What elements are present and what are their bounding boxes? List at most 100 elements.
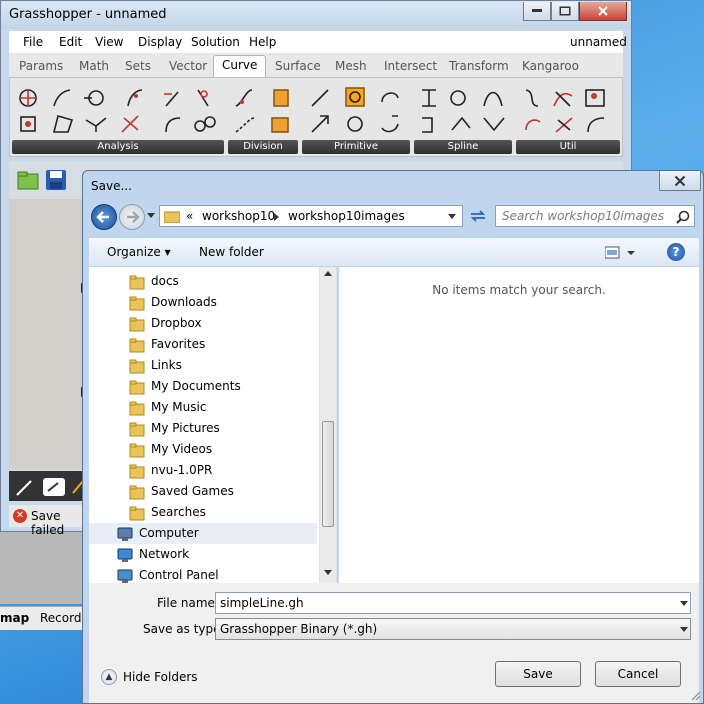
group-division: Division [228,80,298,154]
new-folder-button[interactable]: New folder [199,245,264,259]
collapse-icon: ▲ [101,669,117,685]
open-file-icon[interactable] [17,169,39,191]
grasshopper-titlebar[interactable]: Grasshopper - unnamed [1,1,631,29]
tab-params[interactable]: Params [19,59,63,73]
file-list[interactable]: No items match your search. [339,267,699,583]
tab-mesh[interactable]: Mesh [335,59,367,73]
nav-item-label: My Music [151,400,207,414]
nav-item-my-pictures[interactable]: My Pictures [89,418,317,439]
nav-item-searches[interactable]: Searches [89,502,317,523]
cancel-button[interactable]: Cancel [595,661,681,687]
nav-item-label: docs [151,274,179,288]
save-file-icon[interactable] [45,169,67,191]
group-analysis: Analysis [12,80,224,154]
organize-label: Organize [107,245,161,259]
scroll-up-icon[interactable] [324,271,332,276]
group-label-division: Division [228,140,298,154]
primitive-components-icon[interactable] [306,84,406,138]
save-type-select[interactable]: Grasshopper Binary (*.gh) [215,618,691,640]
games-folder-icon [129,485,145,500]
save-button[interactable]: Save [495,661,581,687]
search-icon[interactable] [676,210,690,224]
nav-item-docs[interactable]: docs [89,271,317,292]
group-spline: Spline [414,80,512,154]
nav-item-saved-games[interactable]: Saved Games [89,481,317,502]
rhino-tab-map[interactable]: map [0,611,29,625]
file-name-label: File name: [157,596,219,610]
save-dialog: Save... « workshop10 workshop10images Se… [82,170,704,704]
spline-components-icon[interactable] [418,84,510,138]
refresh-icon[interactable] [469,208,487,224]
file-name-field[interactable]: simpleLine.gh [215,592,691,614]
menu-solution[interactable]: Solution [191,35,240,49]
address-dropdown-icon[interactable] [448,214,456,219]
canvas-widget-bar [9,471,89,501]
menu-view[interactable]: View [95,35,123,49]
tab-kangaroo[interactable]: Kangaroo [522,59,579,73]
group-label-primitive: Primitive [302,140,410,154]
nav-item-label: Dropbox [151,316,202,330]
menu-bar: File Edit View Display Solution Help unn… [9,31,627,53]
resize-grip-icon[interactable] [691,691,701,701]
hide-folders-button[interactable]: ▲ Hide Folders [101,667,211,689]
division-components-icon[interactable] [232,84,294,138]
nav-item-downloads[interactable]: Downloads [89,292,317,313]
tab-vector[interactable]: Vector [169,59,207,73]
util-components-icon[interactable] [520,84,616,138]
close-button[interactable] [579,2,627,21]
file-name-value: simpleLine.gh [220,596,304,610]
folder-icon [129,275,145,290]
menu-help[interactable]: Help [249,35,276,49]
nav-item-label: Control Panel [139,568,219,582]
scrollbar-thumb[interactable] [322,421,334,527]
tab-intersect[interactable]: Intersect [384,59,437,73]
organize-button[interactable]: Organize ▾ [107,245,171,259]
nav-item-my-videos[interactable]: My Videos [89,439,317,460]
control-panel-icon [117,569,133,583]
maximize-button[interactable] [551,2,579,21]
nav-item-label: nvu-1.0PR [151,463,213,477]
nav-item-computer[interactable]: Computer [89,523,317,544]
recent-locations-chevron-icon[interactable] [147,213,155,219]
tab-sets[interactable]: Sets [125,59,151,73]
file-name-dropdown-icon[interactable] [680,601,688,606]
menu-edit[interactable]: Edit [59,35,82,49]
nav-item-links[interactable]: Links [89,355,317,376]
view-options-icon[interactable] [605,245,637,261]
menu-file[interactable]: File [23,35,43,49]
scroll-down-icon[interactable] [324,570,332,575]
tab-math[interactable]: Math [79,59,109,73]
tab-surface[interactable]: Surface [275,59,321,73]
nav-item-label: My Videos [151,442,213,456]
menu-display[interactable]: Display [138,35,182,49]
tab-curve[interactable]: Curve [213,55,267,77]
search-input[interactable]: Search workshop10images [495,205,695,227]
rhino-tab-record[interactable]: Record [40,611,81,625]
tab-transform[interactable]: Transform [449,59,509,73]
dialog-close-button[interactable] [659,171,701,191]
back-button[interactable] [91,204,117,230]
address-bar[interactable]: « workshop10 workshop10images [159,205,463,227]
help-icon[interactable]: ? [667,243,685,261]
nav-item-my-music[interactable]: My Music [89,397,317,418]
breadcrumb-workshop10[interactable]: workshop10 [202,209,275,223]
widget-icons[interactable] [15,477,85,497]
nav-item-favorites[interactable]: Favorites [89,334,317,355]
save-type-dropdown-icon[interactable] [680,627,688,632]
forward-button[interactable] [119,204,145,230]
breadcrumb-overflow[interactable]: « [186,209,193,223]
folder-icon [129,317,145,332]
music-folder-icon [129,401,145,416]
minimize-button[interactable] [523,2,551,21]
navigation-scrollbar[interactable] [319,267,336,583]
nav-item-dropbox[interactable]: Dropbox [89,313,317,334]
nav-item-network[interactable]: Network [89,544,317,565]
nav-item-label: Downloads [151,295,217,309]
grasshopper-canvas[interactable] [9,199,89,469]
analysis-components-icon[interactable] [16,84,216,138]
nav-item-nvu-1-0pr[interactable]: nvu-1.0PR [89,460,317,481]
breadcrumb-separator-icon[interactable] [274,213,280,221]
rhino-viewport[interactable] [0,532,84,604]
breadcrumb-workshop10images[interactable]: workshop10images [288,209,405,223]
nav-item-my-documents[interactable]: My Documents [89,376,317,397]
